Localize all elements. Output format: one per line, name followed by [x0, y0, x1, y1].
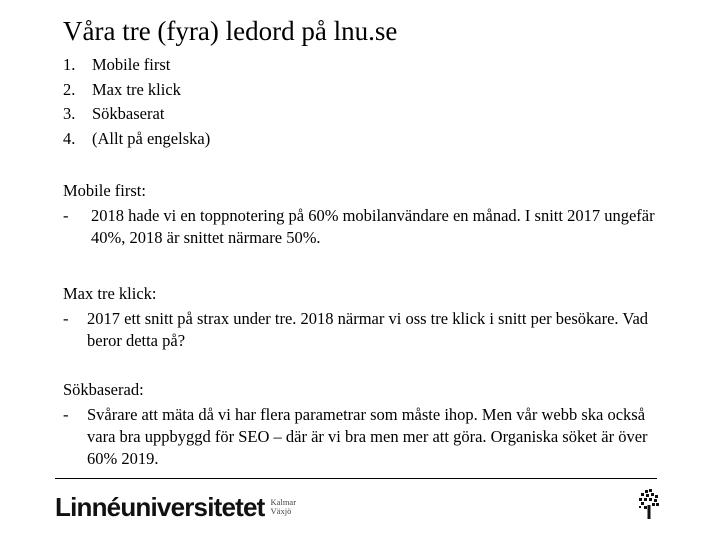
- university-logo: Linnéuniversitetet Kalmar Växjö: [55, 492, 296, 522]
- section-mobile-first: Mobile first: - 2018 hade vi en toppnote…: [63, 180, 663, 249]
- list-item: 3. Sökbaserat: [63, 102, 210, 127]
- list-text: Mobile first: [92, 55, 171, 74]
- tree-icon: [639, 489, 659, 519]
- bullet-item: - 2018 hade vi en toppnotering på 60% mo…: [63, 205, 663, 249]
- list-item: 1. Mobile first: [63, 53, 210, 78]
- list-number: 4.: [63, 128, 76, 148]
- logo-wordmark: Linnéuniversitetet: [55, 492, 265, 522]
- list-number: 2.: [63, 79, 76, 99]
- list-item: 2. Max tre klick: [63, 78, 210, 103]
- bullet-marker: -: [63, 309, 69, 328]
- list-number: 3.: [63, 104, 76, 123]
- bullet-text: 2018 hade vi en toppnotering på 60% mobi…: [91, 206, 655, 247]
- section-max-tre-klick: Max tre klick: - 2017 ett snitt på strax…: [63, 283, 663, 352]
- list-number: 1.: [63, 55, 76, 74]
- bullet-text: 2017 ett snitt på strax under tre. 2018 …: [87, 309, 649, 350]
- slide-title: Våra tre (fyra) ledord på lnu.se: [63, 16, 398, 46]
- bullet-marker: -: [63, 206, 69, 225]
- bullet-marker: -: [63, 405, 69, 424]
- list-text: (Allt på engelska): [92, 128, 211, 148]
- section-heading: Mobile first:: [63, 181, 146, 200]
- list-text: Max tre klick: [92, 79, 181, 99]
- section-sokbaserad: Sökbaserad: - Svårare att mäta då vi har…: [63, 379, 663, 470]
- footer-divider: [55, 478, 657, 479]
- bullet-text: Svårare att mäta då vi har flera paramet…: [87, 405, 648, 468]
- list-item: 4. (Allt på engelska): [63, 127, 210, 152]
- logo-city-vaxjo: Växjö: [270, 506, 292, 516]
- bullet-item: - Svårare att mäta då vi har flera param…: [63, 404, 663, 470]
- section-heading: Max tre klick:: [63, 284, 157, 303]
- logo-cities: Kalmar Växjö: [271, 498, 297, 516]
- bullet-item: - 2017 ett snitt på strax under tre. 201…: [63, 308, 663, 352]
- list-text: Sökbaserat: [92, 104, 165, 123]
- section-heading: Sökbaserad:: [63, 380, 144, 399]
- numbered-list: 1. Mobile first 2. Max tre klick 3. Sökb…: [63, 53, 210, 151]
